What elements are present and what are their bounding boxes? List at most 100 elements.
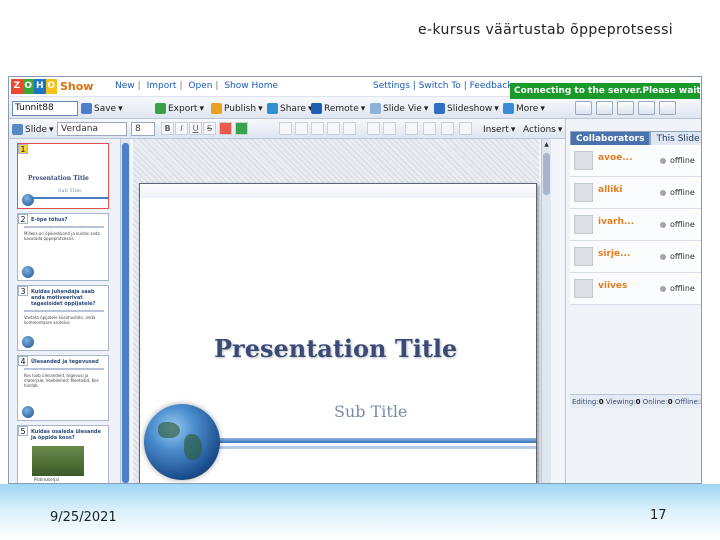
- collaborator-status: offline: [670, 188, 695, 197]
- thumbnail-title: Presentation Title: [28, 175, 89, 182]
- thumbnail-number: 4: [18, 356, 28, 366]
- feedback-link[interactable]: Feedback: [470, 81, 513, 91]
- collaborator-item[interactable]: ivarh... offline: [570, 209, 701, 241]
- thumbnail-title: Kuidas juhendaja saab anda motiveerivat …: [31, 289, 96, 307]
- slide-menu-button[interactable]: Slide ▾: [12, 122, 54, 137]
- new-link[interactable]: New: [115, 81, 135, 91]
- font-select[interactable]: Verdana: [57, 122, 127, 136]
- scrollbar-thumb[interactable]: [543, 153, 550, 195]
- globe-icon: [22, 266, 34, 278]
- thumbnail-number: 3: [18, 286, 28, 296]
- status-dot-icon: [660, 286, 666, 292]
- font-size-select[interactable]: 8: [131, 122, 155, 136]
- numbering-icon[interactable]: [343, 122, 356, 135]
- logo-letter-z: Z: [11, 79, 23, 94]
- collaborator-item[interactable]: sirje... offline: [570, 241, 701, 273]
- comment-icon[interactable]: [617, 101, 634, 115]
- actions-menu-button[interactable]: Actions ▾: [523, 122, 562, 137]
- italic-button[interactable]: I: [175, 122, 188, 135]
- footer-date: 9/25/2021: [50, 510, 117, 525]
- underline-button[interactable]: U: [189, 122, 202, 135]
- more-button[interactable]: More ▾: [503, 101, 545, 116]
- collaborator-status: offline: [670, 156, 695, 165]
- share-icon: [267, 103, 278, 114]
- align-left-icon[interactable]: [279, 122, 292, 135]
- strikethrough-button[interactable]: S: [203, 122, 216, 135]
- open-link[interactable]: Open: [188, 81, 212, 91]
- presentation-subtitle[interactable]: Sub Title: [334, 402, 407, 421]
- share-button[interactable]: Share ▾: [267, 101, 313, 116]
- scrollbar-thumb[interactable]: [122, 143, 129, 483]
- thumbnail-slide-5[interactable]: 5 Kuidas osaleda ülesande ja õppida koos…: [17, 425, 109, 483]
- export-button[interactable]: Export ▾: [155, 101, 204, 116]
- remote-button[interactable]: Remote ▾: [311, 101, 365, 116]
- import-link[interactable]: Import: [147, 81, 177, 91]
- document-name-field[interactable]: Tunnit88: [12, 101, 78, 116]
- presentation-title[interactable]: Presentation Title: [214, 334, 457, 363]
- redo-icon[interactable]: [383, 122, 396, 135]
- thumbnail-slide-2[interactable]: 2 E-õpe tõhus? Milleks on õpikeskkond ja…: [17, 213, 109, 281]
- align-center-icon[interactable]: [295, 122, 308, 135]
- thumbnail-number: 5: [18, 426, 28, 436]
- undo-icon[interactable]: [367, 122, 380, 135]
- tab-this-slide[interactable]: This Slide: [650, 131, 701, 145]
- thumbnails-scrollbar[interactable]: [121, 139, 130, 483]
- separator: |: [137, 81, 141, 91]
- collaborator-item[interactable]: viives offline: [570, 273, 701, 305]
- spellcheck-icon[interactable]: [405, 122, 418, 135]
- scroll-up-icon[interactable]: ▲: [543, 141, 550, 149]
- continent-shape: [158, 422, 180, 438]
- thumbnail-band: [26, 197, 108, 199]
- collaborator-item[interactable]: alliki offline: [570, 177, 701, 209]
- slide-editor[interactable]: Presentation Title Sub Title: [139, 183, 537, 483]
- collaborator-name: viives: [598, 281, 628, 291]
- bold-button[interactable]: B: [161, 122, 174, 135]
- right-nav: Settings | Switch To | Feedback: [373, 81, 512, 91]
- slideshow-icon: [434, 103, 445, 114]
- publish-icon: [211, 103, 222, 114]
- insert-table-icon[interactable]: [423, 122, 436, 135]
- continent-shape: [184, 434, 202, 460]
- text-box-icon[interactable]: [441, 122, 454, 135]
- viewing-count: 0: [635, 398, 641, 406]
- bullets-icon[interactable]: [327, 122, 340, 135]
- top-nav: New | Import | Open | Show Home: [115, 81, 281, 91]
- switch-to-link[interactable]: Switch To: [419, 81, 461, 91]
- thumbnail-slide-4[interactable]: 4 Ülesanded ja tegevused Kes loob ülesan…: [17, 355, 109, 421]
- thumbnail-slide-1[interactable]: 1 Presentation Title Sub Title: [17, 143, 109, 209]
- close-icon[interactable]: [638, 101, 655, 115]
- collaborator-list: avoe... offline alliki offline ivarh... …: [570, 145, 701, 305]
- highlight-icon[interactable]: [235, 122, 248, 135]
- save-button[interactable]: Save ▾: [81, 101, 123, 116]
- collaborator-name: avoe...: [598, 153, 633, 163]
- show-home-link[interactable]: Show Home: [224, 81, 278, 91]
- editing-count: 0: [598, 398, 604, 406]
- collaborator-item[interactable]: avoe... offline: [570, 145, 701, 177]
- slide-view-button[interactable]: Slide Vie ▾: [370, 101, 428, 116]
- tab-collaborators[interactable]: Collaborators: [570, 131, 651, 145]
- more-label: More: [516, 103, 539, 114]
- offline-label: Offline:: [674, 398, 701, 406]
- offline-count: 5: [700, 398, 701, 406]
- slideshow-button[interactable]: Slideshow ▾: [434, 101, 499, 116]
- avatar: [574, 183, 593, 202]
- canvas-scrollbar[interactable]: ▲: [541, 139, 551, 483]
- info-icon[interactable]: [659, 101, 676, 115]
- status-dot-icon: [660, 254, 666, 260]
- collaboration-stats: Editing:0 Viewing:0 Online:0 Offline:5: [570, 394, 701, 408]
- globe-icon: [22, 406, 34, 418]
- chat-icon[interactable]: [596, 101, 613, 115]
- font-color-icon[interactable]: [219, 122, 232, 135]
- logo-letter-o: O: [22, 79, 34, 94]
- slide-thumbnails-panel: 1 Presentation Title Sub Title 2 E-õpe t…: [9, 139, 121, 483]
- publish-button[interactable]: Publish ▾: [211, 101, 263, 116]
- settings-link[interactable]: Settings: [373, 81, 410, 91]
- insert-image-icon[interactable]: [459, 122, 472, 135]
- slide-heading: e-kursus väärtustab õppeprotsessi: [418, 22, 674, 38]
- refresh-icon[interactable]: [575, 101, 592, 115]
- insert-menu-button[interactable]: Insert ▾: [483, 122, 515, 137]
- thumbnail-title: Kuidas osaleda ülesande ja õppida koos?: [31, 429, 101, 441]
- align-right-icon[interactable]: [311, 122, 324, 135]
- thumbnail-slide-3[interactable]: 3 Kuidas juhendaja saab anda motiveeriva…: [17, 285, 109, 351]
- thumbnail-body: Vastata õpijatele küsimustele, anda komm…: [24, 315, 96, 325]
